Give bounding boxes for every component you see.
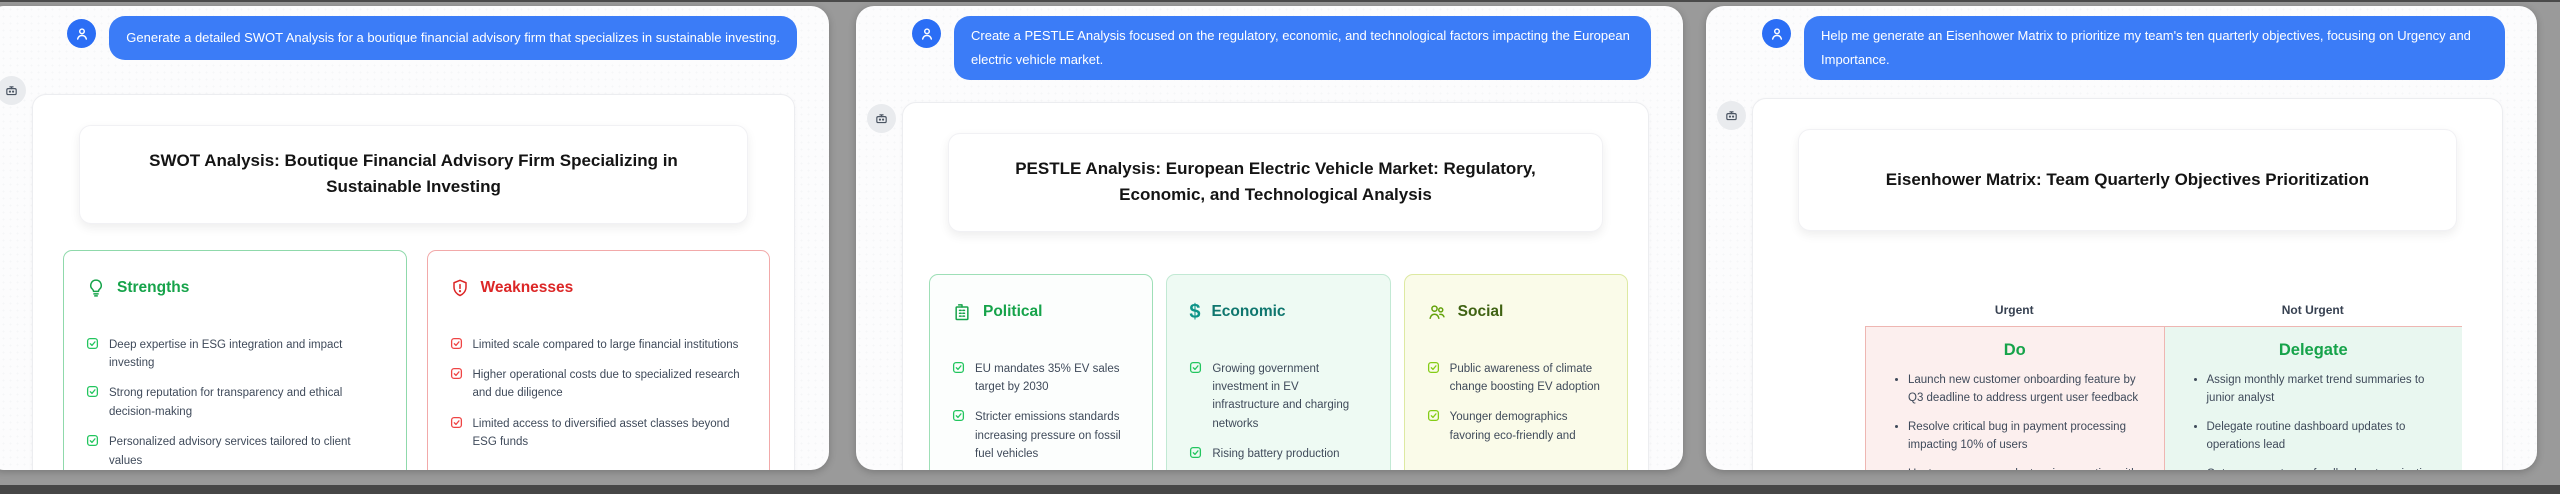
list-item-text: Limited access to diversified asset clas… [473, 415, 748, 452]
quadrant-item: Delegate routine dashboard updates to op… [2207, 419, 2443, 455]
dollar-icon: $ [1189, 302, 1200, 322]
quadrant-item: Host emergency product review meeting wi… [1908, 466, 2144, 470]
user-avatar [912, 19, 941, 48]
document-title-card: SWOT Analysis: Boutique Financial Adviso… [79, 125, 749, 224]
checkbox-icon [952, 409, 965, 422]
list-item-text: Deep expertise in ESG integration and im… [109, 336, 384, 373]
list-item-text: Limited scale compared to large financia… [473, 336, 739, 354]
user-avatar [67, 19, 96, 48]
list-item-text: Strong reputation for transparency and e… [109, 384, 384, 421]
eisenhower-chat-panel: Help me generate an Eisenhower Matrix to… [1706, 6, 2537, 470]
quadrant-item: Assign monthly market trend summaries to… [2207, 372, 2443, 408]
checkbox-icon [1189, 446, 1202, 459]
strengths-card: Strengths Deep expertise in ESG integrat… [63, 250, 407, 470]
quadrant-item: Launch new customer onboarding feature b… [1908, 372, 2144, 408]
assistant-avatar [867, 104, 896, 133]
screenshot-bottom-edge [0, 485, 2560, 494]
document-title: PESTLE Analysis: European Electric Vehic… [983, 156, 1569, 209]
section-title: Weaknesses [481, 279, 574, 297]
user-prompt-text: Create a PESTLE Analysis focused on the … [971, 24, 1634, 72]
weaknesses-card: Weaknesses Limited scale compared to lar… [427, 250, 771, 470]
person-icon [919, 26, 935, 42]
list-item-text: Growing government investment in EV infr… [1212, 360, 1367, 434]
assistant-avatar [0, 76, 26, 105]
person-icon [74, 26, 90, 42]
user-prompt-text: Help me generate an Eisenhower Matrix to… [1821, 24, 2488, 72]
swot-document: SWOT Analysis: Boutique Financial Adviso… [32, 94, 795, 470]
do-quadrant: Do Launch new customer onboarding featur… [1865, 326, 2165, 470]
robot-icon [4, 83, 19, 98]
list-item: Public awareness of climate change boost… [1427, 360, 1605, 397]
list-item-text: Stricter emissions standards increasing … [975, 408, 1130, 463]
document-title: Eisenhower Matrix: Team Quarterly Object… [1833, 167, 2422, 193]
urgent-column-label: Urgent [1865, 303, 2164, 317]
list-item: Limited access to diversified asset clas… [450, 415, 748, 452]
list-item: Strong reputation for transparency and e… [86, 384, 384, 421]
list-item: Growing government investment in EV infr… [1189, 360, 1367, 434]
user-message-row: Generate a detailed SWOT Analysis for a … [0, 6, 829, 60]
shield-alert-icon [450, 278, 470, 298]
social-card: Social Public awareness of climate chang… [1404, 274, 1628, 470]
checkbox-icon [86, 434, 99, 447]
quadrant-title: Delegate [2185, 341, 2443, 360]
quadrant-item: Outsource customer feedback categorizati… [2207, 466, 2443, 470]
person-icon [1769, 26, 1785, 42]
section-title: Strengths [117, 279, 189, 297]
list-item: Limited scale compared to large financia… [450, 336, 748, 354]
checkbox-icon [86, 385, 99, 398]
pestle-chat-panel: Create a PESTLE Analysis focused on the … [856, 6, 1683, 470]
section-title: Social [1458, 303, 1504, 321]
swot-chat-panel: Generate a detailed SWOT Analysis for a … [0, 6, 829, 470]
list-item: EU mandates 35% EV sales target by 2030 [952, 360, 1130, 397]
robot-icon [1724, 108, 1739, 123]
not-urgent-column-label: Not Urgent [2164, 303, 2463, 317]
eisenhower-matrix: Urgent Not Urgent Do Launch new customer… [1791, 303, 2462, 470]
section-title: Political [983, 303, 1042, 321]
list-item-text: Higher operational costs due to speciali… [473, 366, 748, 403]
quadrant-item: Resolve critical bug in payment processi… [1908, 419, 2144, 455]
checkbox-icon [450, 367, 463, 380]
checkbox-icon [450, 416, 463, 429]
list-item: Stricter emissions standards increasing … [952, 408, 1130, 463]
list-item: Personalized advisory services tailored … [86, 433, 384, 470]
lightbulb-icon [86, 278, 106, 298]
user-prompt-bubble: Create a PESTLE Analysis focused on the … [954, 16, 1651, 80]
building-icon [952, 302, 972, 322]
economic-card: $ Economic Growing government investment… [1166, 274, 1390, 470]
checkbox-icon [1427, 361, 1440, 374]
document-title-card: PESTLE Analysis: European Electric Vehic… [948, 133, 1604, 232]
checkbox-icon [1189, 361, 1202, 374]
screenshot-top-edge [0, 0, 2560, 2]
checkbox-icon [450, 337, 463, 350]
user-message-row: Help me generate an Eisenhower Matrix to… [1706, 6, 2537, 80]
list-item-text: Rising battery production [1212, 445, 1339, 463]
people-icon [1427, 302, 1447, 322]
list-item: Deep expertise in ESG integration and im… [86, 336, 384, 373]
document-title: SWOT Analysis: Boutique Financial Adviso… [114, 148, 714, 201]
quadrant-title: Do [1886, 341, 2144, 360]
political-card: Political EU mandates 35% EV sales targe… [929, 274, 1153, 470]
section-title: Economic [1211, 303, 1285, 321]
list-item-text: Younger demographics favoring eco-friend… [1450, 408, 1605, 445]
pestle-document: PESTLE Analysis: European Electric Vehic… [902, 102, 1649, 470]
user-prompt-text: Generate a detailed SWOT Analysis for a … [126, 26, 780, 50]
user-prompt-bubble: Help me generate an Eisenhower Matrix to… [1804, 16, 2505, 80]
delegate-quadrant: Delegate Assign monthly market trend sum… [2165, 326, 2463, 470]
list-item: Rising battery production [1189, 445, 1367, 463]
document-title-card: Eisenhower Matrix: Team Quarterly Object… [1798, 129, 2457, 231]
user-message-row: Create a PESTLE Analysis focused on the … [856, 6, 1683, 80]
checkbox-icon [952, 361, 965, 374]
robot-icon [874, 111, 889, 126]
assistant-avatar [1717, 101, 1746, 130]
list-item: Higher operational costs due to speciali… [450, 366, 748, 403]
list-item: Younger demographics favoring eco-friend… [1427, 408, 1605, 445]
user-avatar [1762, 19, 1791, 48]
list-item-text: Personalized advisory services tailored … [109, 433, 384, 470]
checkbox-icon [1427, 409, 1440, 422]
user-prompt-bubble: Generate a detailed SWOT Analysis for a … [109, 16, 797, 60]
list-item-text: Public awareness of climate change boost… [1450, 360, 1605, 397]
checkbox-icon [86, 337, 99, 350]
list-item-text: EU mandates 35% EV sales target by 2030 [975, 360, 1130, 397]
eisenhower-document: Eisenhower Matrix: Team Quarterly Object… [1752, 98, 2503, 470]
